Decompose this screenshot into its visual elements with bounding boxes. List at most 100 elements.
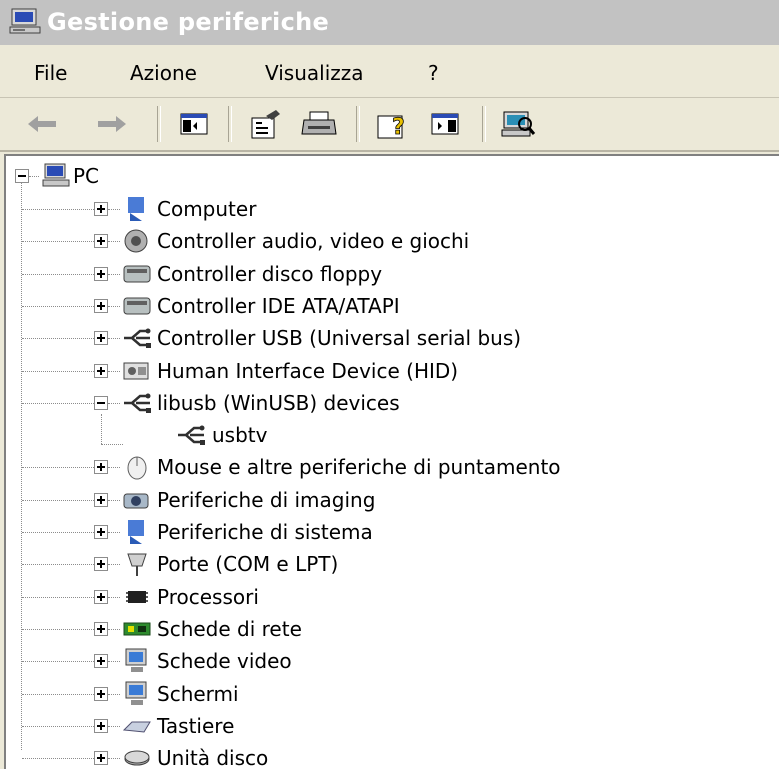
scan-hardware-changes-icon[interactable] — [498, 106, 538, 142]
tree-item-label: Schede di rete — [157, 616, 302, 641]
svg-text:?: ? — [392, 115, 405, 140]
toolbar-separator — [482, 106, 486, 142]
properties-icon[interactable] — [246, 106, 286, 142]
tree-item-label: Schermi — [157, 681, 239, 706]
port-icon — [127, 553, 147, 577]
expand-toggle[interactable] — [94, 492, 108, 507]
tree-item-label: Processori — [157, 584, 259, 609]
ide-controller-icon — [123, 297, 151, 315]
expand-toggle[interactable] — [94, 331, 108, 346]
computer-icon — [128, 197, 144, 221]
expand-toggle[interactable] — [94, 460, 108, 475]
tree-item-label: Controller audio, video e giochi — [157, 229, 470, 254]
hid-icon — [123, 362, 149, 379]
tree-item-label: Computer — [157, 197, 257, 221]
tree-item-label: Porte (COM e LPT) — [157, 552, 339, 577]
menu-file[interactable]: File — [34, 61, 67, 85]
tree-item-label: Controller USB (Universal serial bus) — [157, 326, 522, 351]
menu-visualizza[interactable]: Visualizza — [265, 61, 364, 85]
expand-toggle[interactable] — [94, 751, 108, 766]
show-hide-console-tree-icon[interactable] — [173, 106, 213, 142]
tree-item-label: libusb (WinUSB) devices — [157, 390, 400, 415]
tree-item[interactable]: Schede video — [6, 646, 766, 676]
tree-root-label: PC — [73, 164, 100, 188]
collapse-toggle[interactable] — [94, 395, 108, 410]
tree-item[interactable]: Porte (COM e LPT) — [6, 549, 766, 579]
disk-drive-icon — [124, 750, 150, 766]
computer-icon — [9, 8, 41, 34]
tree-item[interactable]: Controller USB (Universal serial bus) — [6, 323, 766, 353]
tree-item[interactable]: Human Interface Device (HID) — [6, 356, 766, 386]
tree-item-label: Mouse e altre periferiche di puntamento — [157, 455, 561, 480]
tree-connector — [108, 693, 120, 695]
tree-connector — [22, 499, 94, 501]
menu-azione[interactable]: Azione — [130, 61, 197, 85]
print-icon[interactable] — [300, 106, 340, 142]
tree-connector — [108, 241, 120, 243]
tree-item[interactable]: Schede di rete — [6, 614, 766, 644]
tree-connector — [22, 209, 94, 210]
tree-item[interactable]: Periferiche di imaging — [6, 485, 766, 515]
tree-item-label: Periferiche di sistema — [157, 520, 373, 544]
tree-item[interactable]: Periferiche di sistema — [6, 517, 766, 547]
tree-connector — [22, 338, 94, 340]
tree-connector — [22, 370, 94, 372]
tree-connector — [22, 564, 94, 566]
monitor-icon — [125, 681, 147, 705]
expand-toggle[interactable] — [94, 363, 108, 378]
tree-connector — [22, 758, 94, 760]
menu-help[interactable]: ? — [428, 61, 439, 85]
tree-item[interactable]: Unità disco — [6, 743, 766, 769]
device-tree[interactable]: PC Computer Controller audio, video e gio… — [4, 154, 779, 769]
tree-root-pc[interactable]: PC — [6, 161, 506, 191]
tree-item[interactable]: Schermi — [6, 679, 766, 709]
network-card-icon — [123, 622, 151, 636]
tree-connector — [108, 467, 120, 469]
tree-item[interactable]: Mouse e altre periferiche di puntamento — [6, 452, 766, 482]
collapse-toggle[interactable] — [15, 169, 29, 183]
tree-connector — [22, 532, 94, 533]
help-icon[interactable]: ? — [372, 106, 412, 142]
tree-item-label: Periferiche di imaging — [157, 487, 376, 512]
mouse-icon — [127, 456, 147, 480]
expand-toggle[interactable] — [94, 298, 108, 313]
expand-toggle[interactable] — [94, 234, 108, 249]
system-device-icon — [128, 520, 144, 544]
back-arrow-icon[interactable] — [22, 106, 62, 142]
expand-toggle[interactable] — [94, 621, 108, 636]
tree-item[interactable]: Tastiere — [6, 711, 766, 741]
tree-connector — [108, 564, 120, 566]
tree-connector — [108, 725, 120, 727]
title-bar[interactable]: Gestione periferiche — [0, 0, 779, 45]
expand-toggle[interactable] — [94, 654, 108, 669]
expand-toggle[interactable] — [94, 202, 108, 216]
tree-item[interactable]: Processori — [6, 582, 766, 612]
toolbar: ? — [0, 98, 779, 152]
tree-item[interactable]: libusb (WinUSB) devices — [6, 388, 766, 418]
forward-arrow-icon[interactable] — [92, 106, 132, 142]
expand-toggle[interactable] — [94, 718, 108, 733]
tree-item-label: Human Interface Device (HID) — [157, 358, 459, 383]
tree-item-label: Unità disco — [157, 746, 269, 769]
processor-icon — [126, 590, 148, 603]
toolbar-separator — [228, 106, 232, 142]
expand-toggle[interactable] — [94, 589, 108, 604]
tree-connector — [22, 467, 94, 469]
tree-item[interactable]: Controller audio, video e giochi — [6, 226, 766, 256]
tree-connector — [108, 532, 120, 533]
tree-connector — [108, 370, 120, 372]
tree-item[interactable]: Controller disco floppy — [6, 259, 766, 289]
show-hide-action-pane-icon[interactable] — [426, 106, 466, 142]
tree-connector — [108, 596, 120, 598]
tree-item[interactable]: Controller IDE ATA/ATAPI — [6, 291, 766, 321]
tree-connector — [108, 273, 120, 275]
tree-connector — [108, 338, 120, 340]
window-title: Gestione periferiche — [47, 8, 330, 36]
tree-item[interactable]: Computer — [6, 194, 766, 224]
expand-toggle[interactable] — [94, 557, 108, 572]
tree-item-label: Controller IDE ATA/ATAPI — [157, 293, 400, 318]
expand-toggle[interactable] — [94, 266, 108, 281]
expand-toggle[interactable] — [94, 686, 108, 701]
tree-child-item[interactable]: usbtv — [6, 420, 766, 450]
expand-toggle[interactable] — [94, 525, 108, 539]
